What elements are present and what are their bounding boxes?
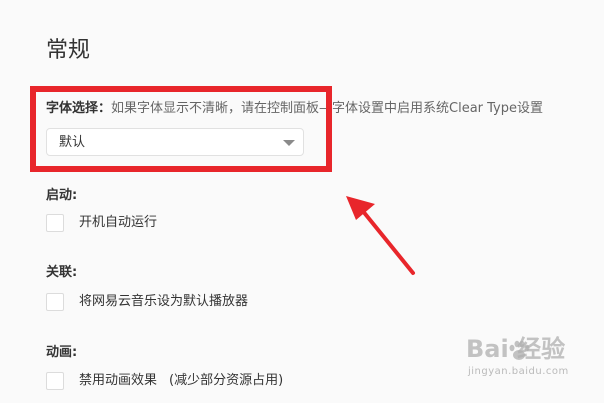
disable-animation-label: 禁用动画效果 xyxy=(79,373,158,388)
startup-option-row[interactable]: 开机自动运行 xyxy=(46,213,157,233)
font-select-dropdown[interactable]: 默认 xyxy=(46,128,304,156)
disable-animation-checkbox[interactable] xyxy=(46,372,64,390)
autostart-checkbox[interactable] xyxy=(46,214,64,232)
association-section-label: 关联: xyxy=(46,265,78,280)
animation-option-row[interactable]: 禁用动画效果 (减少部分资源占用) xyxy=(46,371,283,391)
font-setting-hint: 如果字体显示不清晰，请在控制面板—字体设置中启用系统Clear Type设置 xyxy=(111,101,544,116)
default-player-checkbox[interactable] xyxy=(46,293,64,311)
default-player-label: 将网易云音乐设为默认播放器 xyxy=(79,294,249,309)
association-option-row[interactable]: 将网易云音乐设为默认播放器 xyxy=(46,292,248,312)
animation-section-label: 动画: xyxy=(46,345,78,360)
autostart-label: 开机自动运行 xyxy=(79,215,158,230)
font-setting-label: 字体选择： xyxy=(46,101,112,116)
startup-section-label: 启动: xyxy=(46,188,78,203)
arrow-shaft xyxy=(360,208,415,275)
font-setting-row: 字体选择：如果字体显示不清晰，请在控制面板—字体设置中启用系统Clear Typ… xyxy=(46,100,543,118)
watermark-url: jingyan.baidu.com xyxy=(468,366,569,377)
disable-animation-note: (减少部分资源占用) xyxy=(169,373,284,388)
arrow-head xyxy=(346,196,375,220)
baidu-jingyan-watermark: Bai 经验 jingyan.baidu.com xyxy=(466,334,586,384)
page-title: 常规 xyxy=(46,38,91,63)
font-select-value: 默认 xyxy=(59,135,86,150)
paw-logo-icon xyxy=(509,340,530,360)
chevron-down-icon xyxy=(283,140,295,146)
